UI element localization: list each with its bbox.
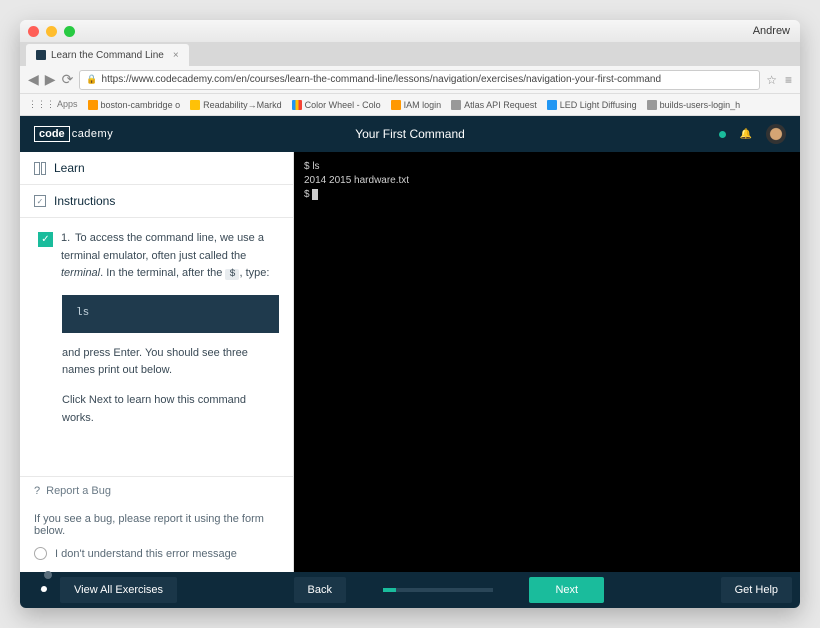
report-bug-toggle[interactable]: ? Report a Bug xyxy=(20,477,293,505)
exercise-tracker-icon xyxy=(44,571,52,579)
star-icon[interactable]: ☆ xyxy=(766,73,777,87)
avatar[interactable] xyxy=(766,124,786,144)
book-icon xyxy=(34,162,46,174)
logo-text: cademy xyxy=(72,128,114,140)
window-titlebar: Andrew xyxy=(20,20,800,42)
apps-shortcut[interactable]: ⋮⋮⋮ Apps xyxy=(28,99,78,110)
os-username: Andrew xyxy=(753,25,790,37)
instructions-panel-toggle[interactable]: ✓ Instructions xyxy=(20,185,293,218)
terminal[interactable]: $ ls 2014 2015 hardware.txt $ xyxy=(294,152,800,572)
instructions-content: ✓ 1. To access the command line, we use … xyxy=(20,218,293,476)
step-text: Click Next to learn how this command wor… xyxy=(62,392,279,427)
bug-option[interactable]: I don't understand this error message xyxy=(34,547,279,560)
bookmark-item[interactable]: IAM login xyxy=(391,100,442,110)
url-input[interactable]: 🔒 https://www.codecademy.com/en/courses/… xyxy=(79,70,760,90)
lock-icon: 🔒 xyxy=(86,74,97,85)
bug-body-text: If you see a bug, please report it using… xyxy=(34,513,279,537)
app-footer: ‹ View All Exercises Back Next Get Help xyxy=(20,572,800,608)
maximize-window-button[interactable] xyxy=(64,26,75,37)
bookmark-item[interactable]: builds-users-login_h xyxy=(647,100,741,110)
progress-fill xyxy=(383,588,396,592)
step-number: 1. xyxy=(61,232,70,244)
menu-icon[interactable]: ≡ xyxy=(785,73,792,87)
checklist-icon: ✓ xyxy=(34,195,46,207)
sidebar: Learn ✓ Instructions ✓ 1. To access the … xyxy=(20,152,294,572)
learn-label: Learn xyxy=(54,161,85,175)
tab-close-icon[interactable]: × xyxy=(173,50,179,61)
bug-title: Report a Bug xyxy=(46,485,111,497)
instruction-step: ✓ 1. To access the command line, we use … xyxy=(38,230,279,283)
inline-prompt: $ xyxy=(225,269,239,280)
check-icon: ✓ xyxy=(38,232,53,247)
notifications-icon[interactable]: 🔔 xyxy=(740,129,752,140)
get-help-button[interactable]: Get Help xyxy=(721,577,792,603)
bug-panel: ? Report a Bug If you see a bug, please … xyxy=(20,476,293,572)
view-all-exercises-button[interactable]: View All Exercises xyxy=(60,577,177,603)
next-button[interactable]: Next xyxy=(529,577,604,603)
step-text: , type: xyxy=(239,267,269,279)
bookmark-item[interactable]: Atlas API Request xyxy=(451,100,537,110)
browser-tab[interactable]: Learn the Command Line × xyxy=(26,44,189,66)
instructions-label: Instructions xyxy=(54,194,115,208)
help-icon: ? xyxy=(34,485,40,497)
lesson-title: Your First Command xyxy=(355,127,465,141)
tab-favicon xyxy=(36,50,46,60)
learn-panel-toggle[interactable]: Learn xyxy=(20,152,293,185)
progress-bar xyxy=(383,588,493,592)
forward-icon[interactable]: ▶ xyxy=(45,71,56,88)
terminal-line: $ ls xyxy=(304,160,790,174)
minimize-window-button[interactable] xyxy=(46,26,57,37)
step-text: . In the terminal, after the xyxy=(100,267,225,279)
connection-status-icon xyxy=(719,131,726,138)
tab-title: Learn the Command Line xyxy=(51,50,164,61)
back-icon[interactable]: ◀ xyxy=(28,71,39,88)
reload-icon[interactable]: ⟳ xyxy=(62,71,74,88)
logo-box: code xyxy=(34,126,70,142)
cursor-icon xyxy=(312,189,318,200)
url-text: https://www.codecademy.com/en/courses/le… xyxy=(102,74,662,85)
browser-tab-strip: Learn the Command Line × xyxy=(20,42,800,66)
address-bar: ◀ ▶ ⟳ 🔒 https://www.codecademy.com/en/co… xyxy=(20,66,800,94)
step-text-em: terminal xyxy=(61,267,100,279)
terminal-line: 2014 2015 hardware.txt xyxy=(304,174,790,188)
radio-icon[interactable] xyxy=(34,547,47,560)
bookmark-item[interactable]: Readability→Markd xyxy=(190,100,282,110)
bug-option-label: I don't understand this error message xyxy=(55,548,237,560)
bookmarks-bar: ⋮⋮⋮ Apps boston-cambridge o Readability→… xyxy=(20,94,800,116)
step-text: To access the command line, we use a ter… xyxy=(61,232,264,262)
code-sample: ls xyxy=(62,295,279,333)
logo[interactable]: code cademy xyxy=(34,126,113,142)
terminal-line: $ xyxy=(304,188,790,202)
prev-exercise-button[interactable]: ‹ xyxy=(28,577,56,603)
step-text: and press Enter. You should see three na… xyxy=(62,345,279,380)
back-button[interactable]: Back xyxy=(294,577,346,603)
bookmark-item[interactable]: boston-cambridge o xyxy=(88,100,181,110)
close-window-button[interactable] xyxy=(28,26,39,37)
bookmark-item[interactable]: Color Wheel - Colo xyxy=(292,100,381,110)
bookmark-item[interactable]: LED Light Diffusing xyxy=(547,100,637,110)
app-header: code cademy Your First Command 🔔 xyxy=(20,116,800,152)
